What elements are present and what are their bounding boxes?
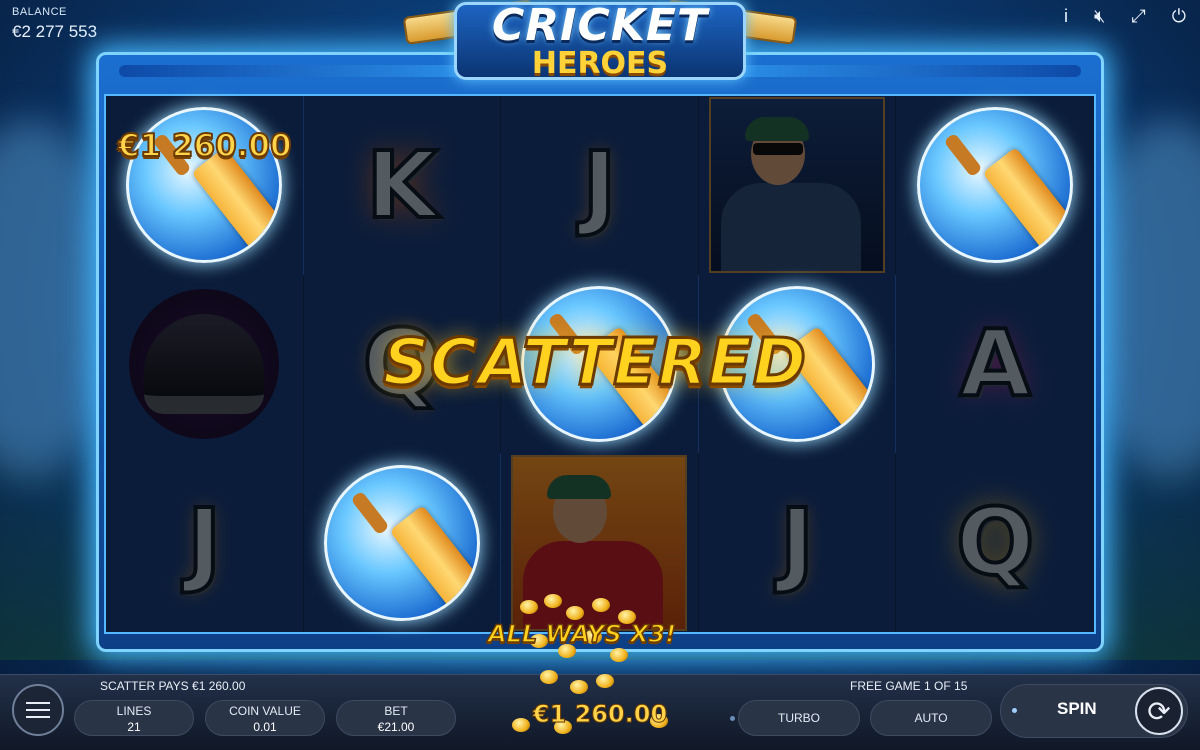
player-red-icon (511, 454, 688, 631)
spin-indicator (1012, 708, 1017, 713)
lines-label: LINES (116, 704, 152, 718)
reel-cell (106, 274, 304, 454)
turbo-label: TURBO (778, 711, 820, 725)
power-icon[interactable]: ⏻ (1172, 6, 1186, 26)
auto-label: AUTO (914, 711, 948, 725)
menu-button[interactable] (12, 684, 64, 736)
fullscreen-icon[interactable]: ⤢ (1131, 6, 1145, 26)
balance-display: BALANCE €2 277 553 (12, 6, 97, 42)
reel-cell (699, 96, 897, 275)
symbol-a: A (958, 308, 1033, 419)
reel-cell (896, 96, 1094, 275)
reel-cell: J (699, 453, 897, 632)
balance-label: BALANCE (12, 6, 67, 18)
spin-arrows-icon[interactable]: ⟳ (1135, 687, 1183, 735)
scattered-banner: SCATTERED (381, 325, 808, 402)
reel-cell: J (501, 96, 699, 275)
symbol-j: J (580, 130, 618, 241)
all-ways-multiplier: ALL WAYS X3! (487, 619, 677, 649)
info-icon[interactable]: i (1064, 6, 1068, 26)
symbol-j: J (778, 487, 816, 598)
total-win-amount: €1 260.00 (532, 700, 668, 729)
scatter-win-amount: €1 260.00 (117, 127, 293, 165)
coin-value-selector[interactable]: COIN VALUE 0.01 (205, 700, 325, 736)
symbol-k: K (364, 130, 439, 241)
free-game-counter: FREE GAME 1 OF 15 (850, 679, 968, 693)
reel-cell: A (896, 275, 1094, 454)
spin-label: SPIN (1057, 699, 1097, 718)
balance-value: €2 277 553 (12, 22, 98, 41)
reel-cell: J (106, 453, 304, 632)
logo-subtitle: HEROES (531, 46, 669, 81)
turbo-button[interactable]: TURBO (738, 700, 860, 736)
coin-value-label: COIN VALUE (229, 704, 301, 718)
scatter-pays-text: SCATTER PAYS €1 260.00 (100, 679, 246, 693)
symbol-j: J (185, 487, 223, 598)
auto-button[interactable]: AUTO (870, 700, 992, 736)
mute-icon[interactable]: 🔇︎ (1094, 6, 1105, 26)
scatter-bat-icon (917, 107, 1074, 264)
reel-cell (501, 453, 699, 632)
logo-title: CRICKET (492, 0, 708, 51)
scatter-bat-icon (323, 464, 480, 621)
coin-value-value: 0.01 (253, 720, 277, 734)
player-blue-icon (709, 97, 886, 274)
spin-button[interactable]: SPIN ⟳ (1000, 684, 1188, 738)
symbol-q: Q (954, 487, 1036, 598)
turbo-indicator (730, 716, 735, 721)
top-toolbar: i 🔇︎ ⤢ ⏻ (1064, 6, 1186, 26)
reel-cell (304, 453, 502, 632)
reel-cell: K (304, 96, 502, 275)
game-logo: CRICKET HEROES (402, 0, 798, 86)
hamburger-icon (26, 702, 50, 704)
bet-value: €21.00 (377, 720, 415, 734)
bet-label: BET (384, 704, 408, 718)
helmet-icon (129, 288, 280, 439)
lines-selector[interactable]: LINES 21 (74, 700, 194, 736)
bet-selector[interactable]: BET €21.00 (336, 700, 456, 736)
reel-cell: Q (896, 453, 1094, 632)
lines-value: 21 (127, 720, 141, 734)
reel-cell (106, 96, 304, 275)
